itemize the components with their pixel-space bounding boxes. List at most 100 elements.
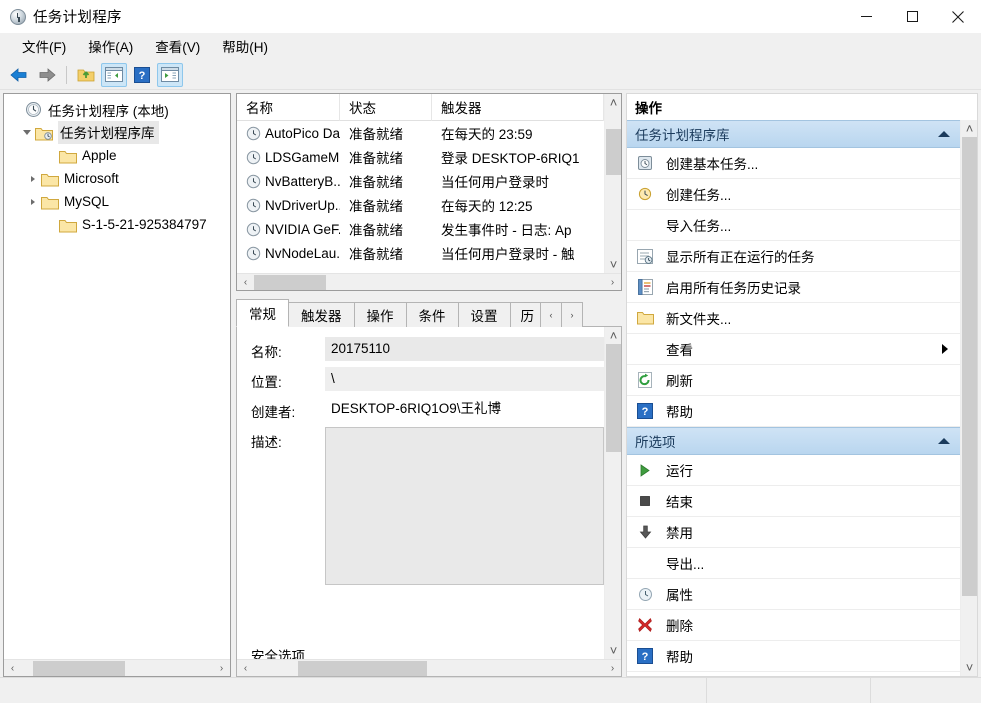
- field-label-description: 描述:: [251, 435, 282, 450]
- general-vertical-scrollbar[interactable]: ˄ ˅: [604, 327, 621, 659]
- scroll-right-icon[interactable]: ›: [213, 660, 230, 677]
- scroll-down-icon[interactable]: ˅: [605, 642, 621, 659]
- scroll-left-icon[interactable]: ‹: [237, 660, 254, 677]
- scroll-track[interactable]: [254, 274, 604, 291]
- column-header-trigger[interactable]: 触发器: [432, 94, 604, 121]
- task-icon: [246, 198, 261, 213]
- action-run[interactable]: 运行: [627, 455, 960, 486]
- scroll-thumb[interactable]: [606, 344, 621, 452]
- action-new-folder[interactable]: 新文件夹...: [627, 303, 960, 334]
- tree-twisty-closed[interactable]: [24, 193, 41, 210]
- up-folder-icon[interactable]: [73, 63, 99, 87]
- scroll-right-icon[interactable]: ›: [604, 660, 621, 677]
- scroll-up-icon[interactable]: ˄: [961, 120, 978, 137]
- action-properties[interactable]: 属性: [627, 579, 960, 610]
- table-row[interactable]: NvNodeLau... 准备就绪 当任何用户登录时 - 触: [237, 241, 604, 265]
- close-button[interactable]: [935, 0, 981, 33]
- table-row[interactable]: AutoPico Da... 准备就绪 在每天的 23:59: [237, 121, 604, 145]
- action-help-library[interactable]: ? 帮助: [627, 396, 960, 427]
- tab-settings[interactable]: 设置: [457, 302, 511, 327]
- action-delete[interactable]: 删除: [627, 610, 960, 641]
- action-label: 创建任务...: [666, 188, 732, 203]
- table-row[interactable]: NvDriverUp... 准备就绪 在每天的 12:25: [237, 193, 604, 217]
- scroll-thumb[interactable]: [606, 129, 621, 175]
- table-row[interactable]: NVIDIA GeF... 准备就绪 发生事件时 - 日志: Ap: [237, 217, 604, 241]
- tree-twisty-open[interactable]: [18, 124, 35, 141]
- menu-file[interactable]: 文件(F): [11, 33, 77, 60]
- scroll-right-icon[interactable]: ›: [604, 274, 621, 291]
- tab-actions[interactable]: 操作: [353, 302, 407, 327]
- scroll-track[interactable]: [21, 660, 213, 677]
- actions-group-header-selected[interactable]: 所选项: [627, 427, 960, 455]
- scroll-down-icon[interactable]: ˅: [961, 659, 978, 676]
- create-task-icon: [635, 185, 655, 203]
- task-status-cell: 准备就绪: [349, 151, 403, 166]
- forward-icon[interactable]: [34, 63, 60, 87]
- action-display-running-tasks[interactable]: 显示所有正在运行的任务: [627, 241, 960, 272]
- help-icon[interactable]: ?: [129, 63, 155, 87]
- scroll-track[interactable]: [961, 137, 978, 659]
- menu-help[interactable]: 帮助(H): [211, 33, 279, 60]
- action-create-basic-task[interactable]: 创建基本任务...: [627, 148, 960, 179]
- back-icon[interactable]: [6, 63, 32, 87]
- scroll-up-icon[interactable]: ˄: [605, 327, 621, 344]
- tab-conditions[interactable]: 条件: [405, 302, 459, 327]
- menu-view[interactable]: 查看(V): [144, 33, 211, 60]
- action-import-task[interactable]: 导入任务...: [627, 210, 960, 241]
- tree-twisty-closed[interactable]: [24, 170, 41, 187]
- action-view[interactable]: 查看: [627, 334, 960, 365]
- location-value: \: [325, 367, 604, 391]
- action-help-selected[interactable]: ? 帮助: [627, 641, 960, 672]
- action-enable-all-history[interactable]: 启用所有任务历史记录: [627, 272, 960, 303]
- tab-scroll-right-icon[interactable]: ›: [561, 302, 583, 327]
- scroll-track[interactable]: [605, 111, 621, 256]
- table-row[interactable]: NvBatteryB... 准备就绪 当任何用户登录时: [237, 169, 604, 193]
- actions-vertical-scrollbar[interactable]: ˄ ˅: [960, 120, 977, 676]
- tab-history[interactable]: 历: [509, 302, 541, 327]
- task-list-horizontal-scrollbar[interactable]: ‹ ›: [237, 273, 621, 290]
- action-refresh[interactable]: 刷新: [627, 365, 960, 396]
- action-create-task[interactable]: 创建任务...: [627, 179, 960, 210]
- show-action-pane-icon[interactable]: [157, 62, 183, 87]
- tree-item-mysql[interactable]: MySQL: [4, 190, 230, 213]
- scroll-thumb[interactable]: [33, 660, 125, 676]
- scroll-down-icon[interactable]: ˅: [605, 256, 621, 273]
- chevron-up-icon[interactable]: [938, 438, 950, 444]
- chevron-up-icon[interactable]: [938, 131, 950, 137]
- scroll-track[interactable]: [254, 660, 604, 677]
- tree-item-task-scheduler-library[interactable]: 任务计划程序库: [4, 121, 230, 144]
- minimize-button[interactable]: [843, 0, 889, 33]
- tab-general[interactable]: 常规: [236, 299, 289, 327]
- scroll-thumb[interactable]: [298, 660, 427, 676]
- show-console-tree-icon[interactable]: [101, 62, 127, 87]
- scroll-left-icon[interactable]: ‹: [4, 660, 21, 677]
- action-export[interactable]: 导出...: [627, 548, 960, 579]
- tree-horizontal-scrollbar[interactable]: ‹ ›: [4, 659, 230, 676]
- column-header-status[interactable]: 状态: [340, 94, 432, 121]
- scroll-track[interactable]: [605, 344, 621, 642]
- task-list-vertical-scrollbar[interactable]: ˄ ˅: [604, 94, 621, 273]
- tree-item-apple[interactable]: Apple: [4, 144, 230, 167]
- description-input[interactable]: [325, 427, 604, 585]
- chevron-right-icon: [942, 344, 948, 354]
- tree-twisty: [8, 101, 25, 118]
- scroll-left-icon[interactable]: ‹: [237, 274, 254, 291]
- scroll-thumb[interactable]: [962, 137, 977, 596]
- menu-action[interactable]: 操作(A): [77, 33, 144, 60]
- scroll-thumb[interactable]: [254, 274, 326, 290]
- general-horizontal-scrollbar[interactable]: ‹ ›: [237, 659, 621, 676]
- scroll-up-icon[interactable]: ˄: [605, 94, 621, 111]
- tree-item-root[interactable]: 任务计划程序 (本地): [4, 98, 230, 121]
- action-end[interactable]: 结束: [627, 486, 960, 517]
- column-header-name[interactable]: 名称: [237, 94, 340, 121]
- tab-scroll-left-icon[interactable]: ‹: [540, 302, 562, 327]
- tree-item-microsoft[interactable]: Microsoft: [4, 167, 230, 190]
- tree-item-sid[interactable]: S-1-5-21-925384797: [4, 213, 230, 236]
- table-row[interactable]: LDSGameM... 准备就绪 登录 DESKTOP-6RIQ1: [237, 145, 604, 169]
- action-disable[interactable]: 禁用: [627, 517, 960, 548]
- name-input[interactable]: 20175110: [325, 337, 604, 361]
- tab-triggers[interactable]: 触发器: [288, 302, 355, 327]
- no-icon: [635, 340, 655, 358]
- actions-group-header-library[interactable]: 任务计划程序库: [627, 120, 960, 148]
- maximize-button[interactable]: [889, 0, 935, 33]
